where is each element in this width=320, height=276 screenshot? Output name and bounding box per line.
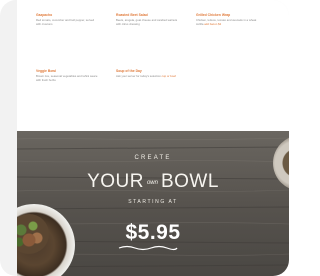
menu-item: Veggie Bowl Brown rice, seasonal vegetab… bbox=[36, 69, 98, 82]
menu-item-highlight: cup or bowl bbox=[161, 74, 176, 78]
banner-title-bowl: BOWL bbox=[160, 171, 219, 192]
menu-item-name: Gazpacho bbox=[36, 13, 53, 17]
menu-item-name: Roasted Beet Salad bbox=[116, 13, 148, 17]
menu-item-name: Grilled Chicken Wrap bbox=[196, 13, 231, 17]
menu-item-highlight: add bacon $2 bbox=[204, 21, 222, 26]
create-your-bowl-banner[interactable]: CREATE YOUR own BOWL STARTING AT $5.95 bbox=[17, 131, 289, 276]
menu-item-description: Ask your server for today's selection cu… bbox=[116, 74, 178, 79]
banner-starting-at: STARTING AT bbox=[128, 199, 178, 205]
menu-item-description: Chicken, lettuce, tomato and avocado in … bbox=[196, 18, 258, 26]
menu-item-description: Brown rice, seasonal vegetables and tahi… bbox=[36, 74, 98, 82]
menu-card[interactable]: Gazpacho Red tomato, cucumber and bell p… bbox=[0, 0, 289, 276]
menu-item-description-text: Ask your server for today's selection bbox=[116, 74, 161, 78]
banner-title-own: own bbox=[146, 180, 158, 186]
menu-item: Grilled Chicken Wrap Chicken, lettuce, t… bbox=[196, 13, 258, 26]
menu-item-description: Beets, arugula, goat cheese and candied … bbox=[116, 18, 178, 26]
menu-item: Soup of the Day Ask your server for toda… bbox=[116, 69, 178, 79]
menu-item-name: Soup of the Day bbox=[116, 69, 142, 73]
banner-create-label: CREATE bbox=[134, 155, 172, 161]
banner-title-your: YOUR bbox=[87, 171, 144, 192]
price-underline-decoration bbox=[118, 245, 178, 251]
menu-item: Gazpacho Red tomato, cucumber and bell p… bbox=[36, 13, 98, 26]
banner-title: YOUR own BOWL bbox=[17, 171, 289, 193]
menu-page: Gazpacho Red tomato, cucumber and bell p… bbox=[17, 0, 289, 276]
menu-item-description: Red tomato, cucumber and bell pepper, se… bbox=[36, 18, 95, 26]
banner-price: $5.95 bbox=[125, 221, 181, 244]
menu-item-name: Veggie Bowl bbox=[36, 69, 56, 73]
menu-item: Roasted Beet Salad Beets, arugula, goat … bbox=[116, 13, 178, 26]
